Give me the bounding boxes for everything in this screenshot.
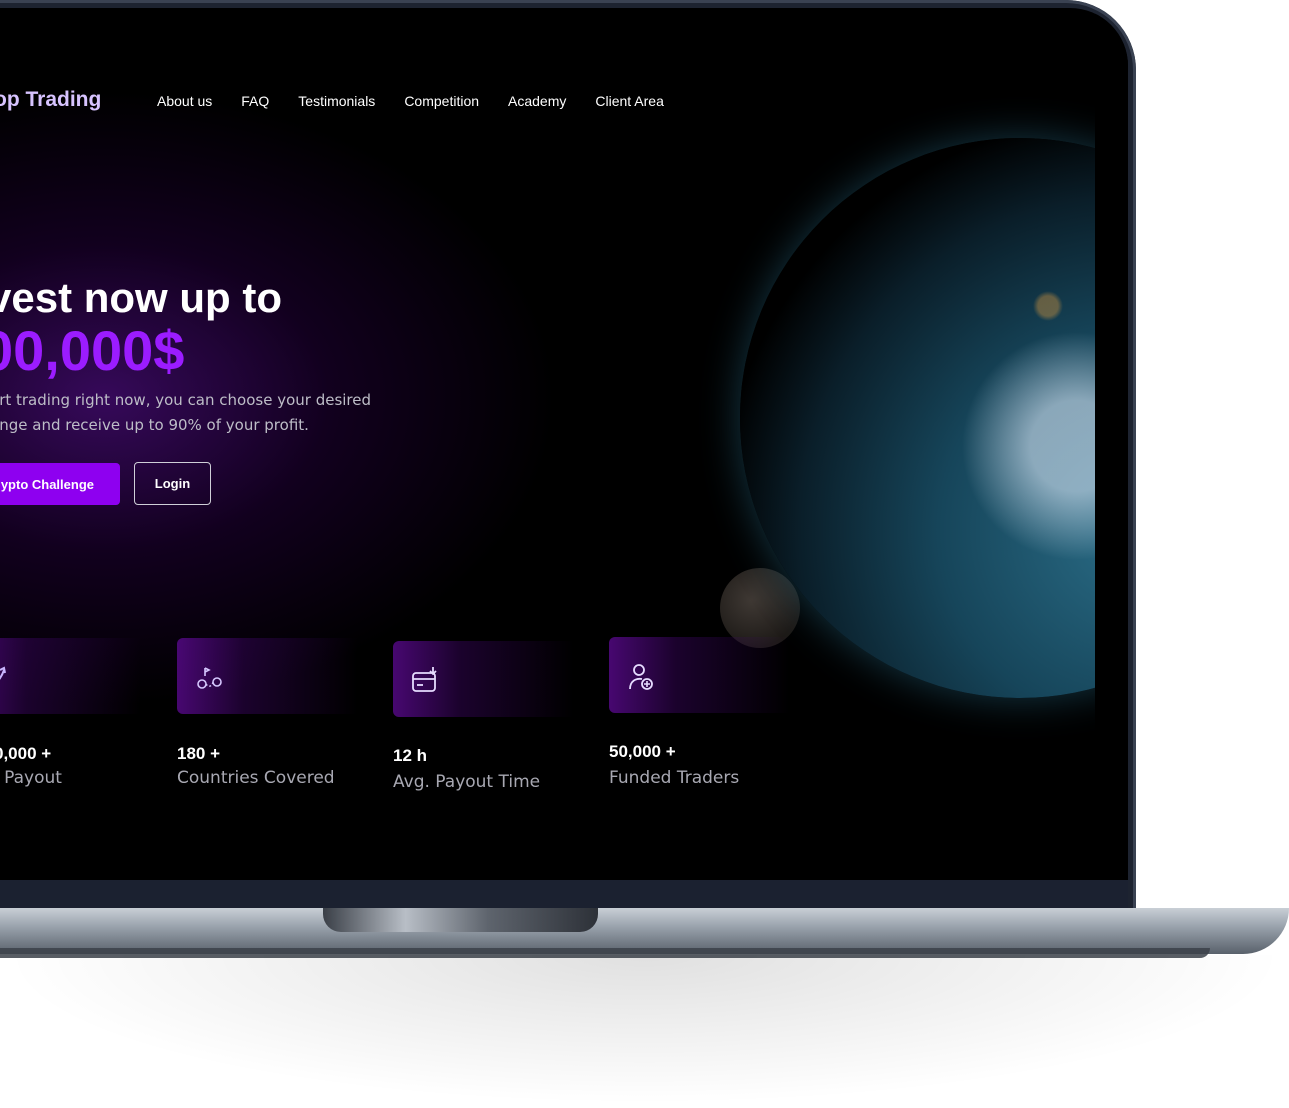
laptop-shadow [0,955,1289,1105]
stat-card-funded-traders [609,637,799,713]
main-nav: About us FAQ Testimonials Competition Ac… [157,93,664,109]
laptop-screen: op Trading About us FAQ Testimonials Com… [0,8,1128,880]
nav-faq[interactable]: FAQ [241,93,269,109]
login-button[interactable]: Login [134,462,211,505]
moon-image [720,568,800,648]
nav-competition[interactable]: Competition [404,93,479,109]
laptop-hinge-notch [323,908,598,932]
stat-value-payout: 0,000 + [0,744,52,763]
screen-edge-mask [1095,8,1128,880]
stat-value-payout-time: 12 h [393,746,428,765]
growth-icon [0,666,6,680]
hero-headline: vest now up to [0,274,282,321]
stat-card-payout [0,638,150,714]
hero-description: art trading right now, you can choose yo… [0,388,410,438]
stat-label-countries: Countries Covered [177,768,335,788]
stat-label-payout-time: Avg. Payout Time [393,772,541,792]
nav-testimonials[interactable]: Testimonials [298,93,375,109]
stat-label-payout: l Payout [0,768,62,788]
globe-route-icon [197,667,222,689]
hero-description-line-2: enge and receive up to 90% of your profi… [0,416,309,434]
crypto-challenge-button[interactable]: ypto Challenge [0,463,120,505]
screen-bezel-bottom [0,880,1128,908]
stat-card-payout-time [393,641,583,717]
stat-card-countries [177,638,367,714]
nav-academy[interactable]: Academy [508,93,566,109]
stat-label-funded-traders: Funded Traders [609,768,740,788]
laptop-base-edge [0,948,1210,958]
stat-value-funded-traders: 50,000 + [609,742,676,761]
payout-card-icon [412,667,437,692]
user-add-icon [629,664,653,690]
stat-value-countries: 180 + [177,744,221,763]
brand-logo-text[interactable]: op Trading [0,88,101,112]
nav-client-area[interactable]: Client Area [595,93,663,109]
hero-description-line-1: art trading right now, you can choose yo… [0,391,372,409]
hero-amount: 00,000$ [0,319,185,382]
nav-about-us[interactable]: About us [157,93,212,109]
